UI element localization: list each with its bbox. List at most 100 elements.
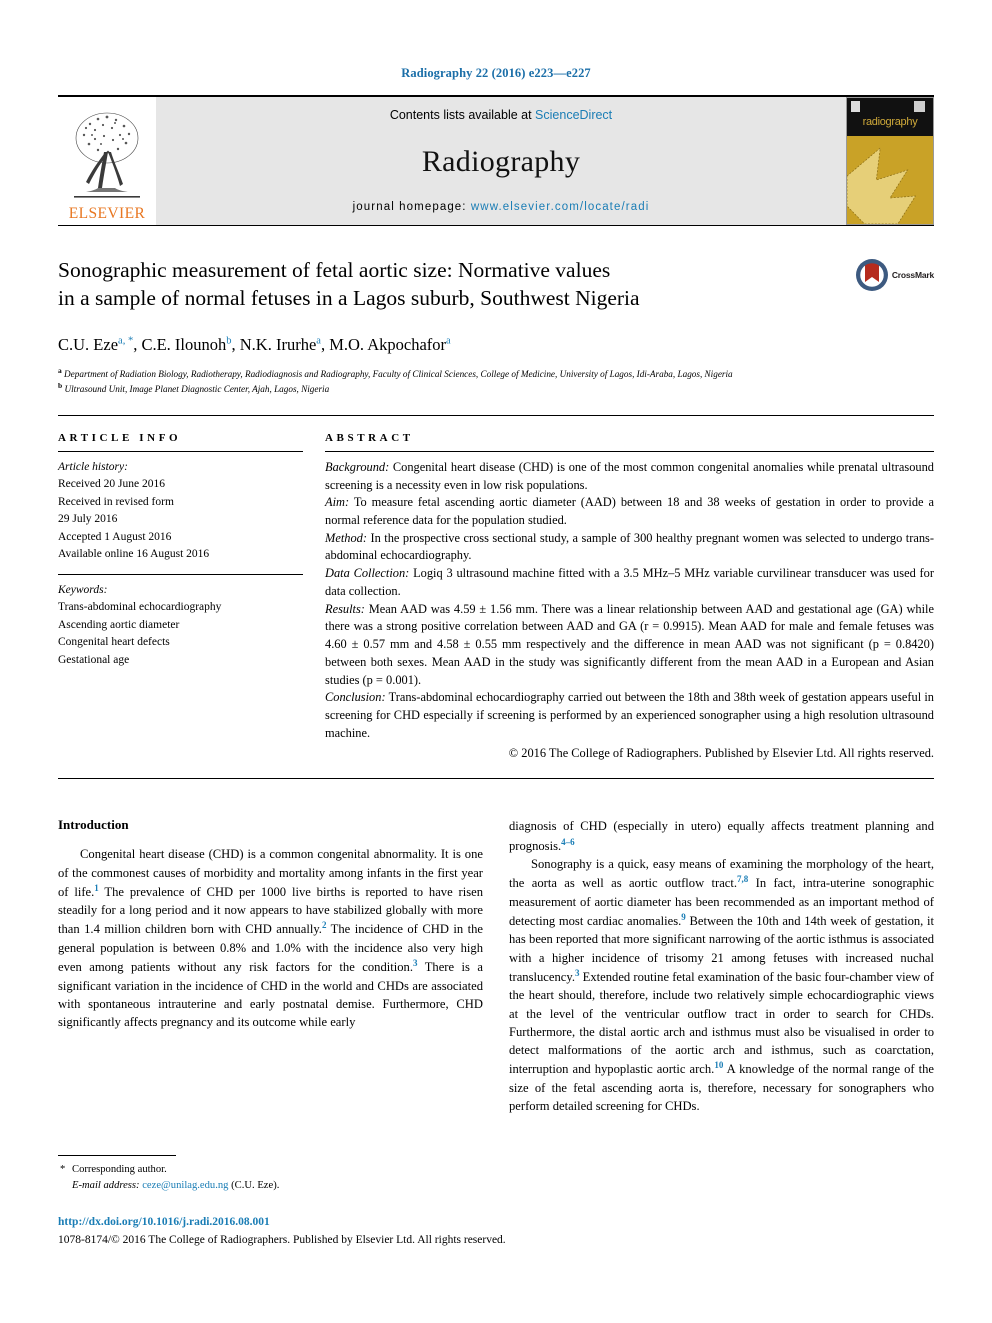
author-name: N.K. Irurhe bbox=[239, 335, 317, 354]
author-affiliation-mark: a bbox=[446, 335, 451, 347]
affiliation-a: a Department of Radiation Biology, Radio… bbox=[58, 366, 733, 380]
history-item: Accepted 1 August 2016 bbox=[58, 530, 172, 543]
history-item: Received in revised form bbox=[58, 495, 174, 508]
crossmark-icon bbox=[855, 259, 888, 291]
masthead-bottom-rule bbox=[58, 225, 934, 226]
crossmark-badge[interactable]: CrossMark bbox=[855, 258, 934, 292]
abstract-section: Data Collection: Logiq 3 ultrasound mach… bbox=[325, 565, 934, 600]
elsevier-logo: ELSEVIER bbox=[58, 97, 156, 225]
intro-paragraph-left: Congenital heart disease (CHD) is a comm… bbox=[58, 845, 483, 1031]
abstract-bottom-rule bbox=[58, 778, 934, 780]
abstract-section-text: Mean AAD was 4.59 ± 1.56 mm. There was a… bbox=[325, 601, 934, 687]
page-footer: http://dx.doi.org/10.1016/j.radi.2016.08… bbox=[58, 1216, 938, 1248]
keyword-item: Trans-abdominal echocardiography bbox=[58, 601, 222, 614]
author-name: M.O. Akpochafor bbox=[329, 335, 447, 354]
affiliation-a-text: Department of Radiation Biology, Radioth… bbox=[64, 369, 733, 380]
footnote-rule bbox=[58, 1155, 176, 1156]
abstract-section-label: Background: bbox=[325, 459, 390, 474]
journal-article-page: Radiography 22 (2016) e223—e227 ELSEVIER… bbox=[0, 0, 992, 1323]
author-affiliation-mark: a, * bbox=[118, 335, 134, 347]
affiliations: a Department of Radiation Biology, Radio… bbox=[58, 366, 934, 397]
abstract-section-label: Data Collection: bbox=[325, 566, 410, 581]
journal-cover-thumbnail: radiography bbox=[846, 97, 934, 225]
author-name: C.E. Ilounoh bbox=[141, 335, 227, 354]
abstract-section-label: Results: bbox=[325, 601, 365, 616]
abstract-section: Results: Mean AAD was 4.59 ± 1.56 mm. Th… bbox=[325, 601, 934, 690]
footnote-star-marker: * bbox=[60, 1164, 66, 1175]
author-affiliation-mark: a bbox=[316, 335, 321, 347]
article-info-heading: ARTICLE INFO bbox=[58, 431, 182, 444]
running-head: Radiography 22 (2016) e223—e227 bbox=[401, 66, 591, 80]
abstract-section: Method: In the prospective cross section… bbox=[325, 530, 934, 565]
abstract-copyright: © 2016 The College of Radiographers. Pub… bbox=[508, 745, 934, 760]
section-heading-introduction: Introduction bbox=[58, 817, 129, 833]
abstract-section: Aim: To measure fetal ascending aortic d… bbox=[325, 494, 934, 529]
abstract-section-label: Conclusion: bbox=[325, 690, 386, 705]
keyword-item: Ascending aortic diameter bbox=[58, 618, 180, 631]
elsevier-tree-icon bbox=[74, 112, 140, 198]
sciencedirect-link[interactable]: ScienceDirect bbox=[535, 108, 612, 122]
cover-starburst-graphic bbox=[847, 136, 933, 224]
contents-available-line: Contents lists available at ScienceDirec… bbox=[390, 108, 612, 122]
author-list: C.U. Ezea, *, C.E. Ilounohb, N.K. Irurhe… bbox=[58, 335, 451, 354]
cover-square-left-icon bbox=[851, 101, 860, 112]
abstract-heading: ABSTRACT bbox=[325, 431, 414, 444]
affiliation-b-text: Ultrasound Unit, Image Planet Diagnostic… bbox=[64, 384, 330, 395]
cover-square-right-icon bbox=[914, 101, 925, 112]
doi-link[interactable]: http://dx.doi.org/10.1016/j.radi.2016.08… bbox=[58, 1216, 938, 1228]
abstract-section-text: Congenital heart disease (CHD) is one of… bbox=[325, 459, 934, 492]
email-address-label: E-mail address: bbox=[72, 1179, 140, 1191]
history-item: 29 July 2016 bbox=[58, 513, 118, 526]
citation-ref[interactable]: 4–6 bbox=[561, 837, 575, 847]
issn-copyright-line: 1078-8174/© 2016 The College of Radiogra… bbox=[58, 1234, 506, 1246]
keyword-item: Congenital heart defects bbox=[58, 636, 170, 649]
abstract-section-label: Aim: bbox=[325, 495, 350, 510]
journal-homepage-link[interactable]: www.elsevier.com/locate/radi bbox=[471, 201, 649, 213]
citation-ref[interactable]: 10 bbox=[714, 1060, 723, 1070]
journal-title: Radiography bbox=[421, 144, 581, 178]
crossmark-label: CrossMark bbox=[891, 270, 934, 280]
sonography-paragraph: Sonography is a quick, easy means of exa… bbox=[509, 855, 934, 1115]
footnote-block: * Corresponding author. E-mail address: … bbox=[58, 1155, 468, 1194]
body-columns: Introduction Congenital heart disease (C… bbox=[58, 817, 934, 1115]
abstract-section-text: Trans-abdominal echocardiography carried… bbox=[325, 690, 934, 740]
homepage-prefix-text: journal homepage: bbox=[352, 201, 471, 213]
author-affiliation-mark: b bbox=[226, 335, 232, 347]
email-owner: (C.U. Eze). bbox=[231, 1179, 280, 1191]
email-address-link[interactable]: ceze@unilag.edu.ng bbox=[142, 1180, 228, 1191]
elsevier-wordmark: ELSEVIER bbox=[68, 205, 146, 222]
article-history-label: Article history: bbox=[58, 460, 128, 473]
body-left-column: Introduction Congenital heart disease (C… bbox=[58, 817, 483, 1115]
citation-ref[interactable]: 7,8 bbox=[737, 874, 748, 884]
journal-masthead: ELSEVIER Contents lists available at Sci… bbox=[58, 97, 934, 225]
abstract-section-text: Logiq 3 ultrasound machine fitted with a… bbox=[325, 566, 934, 598]
keywords-rule bbox=[58, 573, 303, 575]
abstract-body: Background: Congenital heart disease (CH… bbox=[325, 459, 934, 762]
article-title: Sonographic measurement of fetal aortic … bbox=[58, 256, 798, 313]
abstract-column: ABSTRACT Background: Congenital heart di… bbox=[325, 432, 934, 762]
cover-journal-name: radiography bbox=[862, 116, 918, 128]
intro-paragraph-right-continued: diagnosis of CHD (especially in utero) e… bbox=[509, 817, 934, 855]
article-history-group: Article history: Received 20 June 2016 R… bbox=[58, 459, 303, 564]
keyword-item: Gestational age bbox=[58, 653, 130, 666]
info-abstract-row: ARTICLE INFO Article history: Received 2… bbox=[58, 432, 934, 762]
abstract-section-text: In the prospective cross sectional study… bbox=[325, 530, 934, 563]
keywords-group: Keywords: Trans-abdominal echocardiograp… bbox=[58, 582, 303, 669]
body-right-column: diagnosis of CHD (especially in utero) e… bbox=[509, 817, 934, 1115]
article-title-line1: Sonographic measurement of fetal aortic … bbox=[58, 258, 611, 282]
journal-homepage-line: journal homepage: www.elsevier.com/locat… bbox=[353, 201, 650, 213]
masthead-center-panel: Contents lists available at ScienceDirec… bbox=[156, 97, 846, 225]
article-info-rule bbox=[58, 450, 303, 452]
contents-prefix-text: Contents lists available at bbox=[389, 108, 536, 122]
info-section-top-rule bbox=[58, 414, 934, 416]
history-item: Available online 16 August 2016 bbox=[58, 548, 210, 561]
title-block: Sonographic measurement of fetal aortic … bbox=[58, 256, 934, 318]
abstract-section-text: To measure fetal ascending aortic diamet… bbox=[325, 495, 934, 528]
affiliation-b: b Ultrasound Unit, Image Planet Diagnost… bbox=[58, 381, 330, 395]
corresponding-author-text: Corresponding author. bbox=[72, 1164, 167, 1175]
keywords-label: Keywords: bbox=[58, 583, 108, 596]
corresponding-author-note: * Corresponding author. E-mail address: … bbox=[58, 1162, 468, 1194]
author-name: C.U. Eze bbox=[58, 335, 119, 354]
article-info-column: ARTICLE INFO Article history: Received 2… bbox=[58, 432, 303, 762]
history-item: Received 20 June 2016 bbox=[58, 478, 165, 491]
